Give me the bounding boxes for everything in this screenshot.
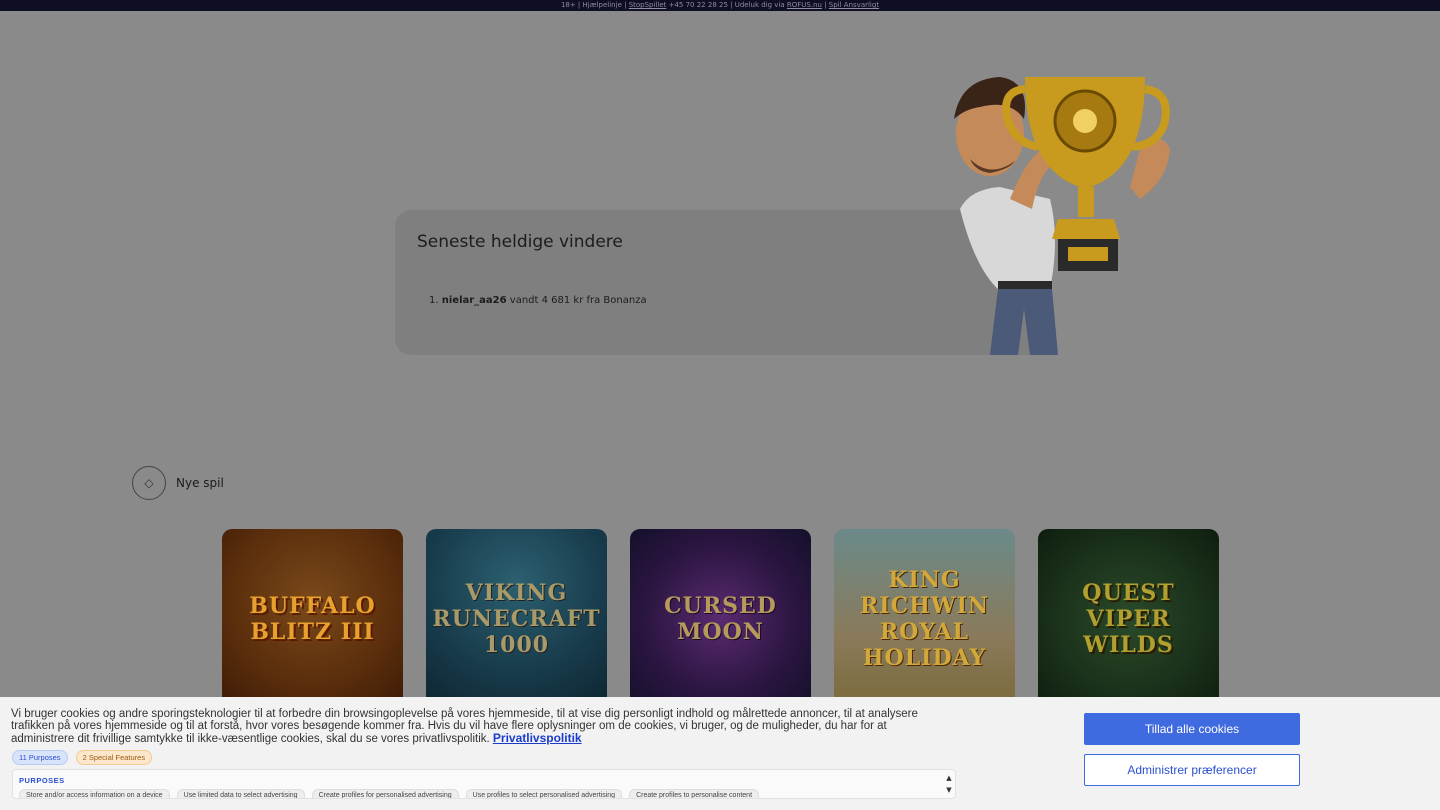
new-games-header: ◇ Nye spil <box>132 466 224 500</box>
special-features-chip[interactable]: 2 Special Features <box>75 750 153 765</box>
winner-username: nielar_aa26 <box>441 295 507 306</box>
scroll-up-icon[interactable]: ▲ <box>945 772 953 784</box>
manage-preferences-button[interactable]: Administrer præferencer <box>1084 754 1300 786</box>
recent-winners-title: Seneste heldige vindere <box>417 232 623 252</box>
topbar-phone: +45 70 22 28 25 | Udeluk dig via <box>666 1 787 9</box>
game-title: QUEST VIPER WILDS <box>1082 580 1175 658</box>
game-tile-buffalo-blitz[interactable]: BUFFALO BLITZ III <box>222 529 403 709</box>
winner-item: 1. nielar_aa26 vandt 4 681 kr fra Bonanz… <box>429 295 647 306</box>
diamond-icon: ◇ <box>132 466 166 500</box>
winners-list: 1. nielar_aa26 vandt 4 681 kr fra Bonanz… <box>429 295 647 306</box>
game-tile-viper-wilds[interactable]: QUEST VIPER WILDS <box>1038 529 1219 709</box>
scroll-down-icon[interactable]: ▼ <box>945 784 953 796</box>
privacy-policy-link[interactable]: Privatlivspolitik <box>493 731 582 745</box>
purposes-scrollbar[interactable]: ▲ ▼ <box>945 772 953 798</box>
topbar-prefix: 18+ | Hjælpelinje | <box>560 1 629 9</box>
accept-all-cookies-button[interactable]: Tillad alle cookies <box>1084 713 1300 745</box>
game-tile-king-richwin[interactable]: KING RICHWIN ROYAL HOLIDAY <box>834 529 1015 709</box>
new-games-title: Nye spil <box>176 476 224 490</box>
winner-text: vandt 4 681 kr fra Bonanza <box>506 295 647 306</box>
game-title: KING RICHWIN ROYAL HOLIDAY <box>860 567 989 671</box>
cookie-text: Vi bruger cookies og andre sporingstekno… <box>11 708 918 745</box>
purpose-tag: Store and/or access information on a dev… <box>19 789 170 798</box>
responsible-gaming-bar: 18+ | Hjælpelinje | StopSpillet +45 70 2… <box>0 0 1440 11</box>
purposes-list-box[interactable]: PURPOSES Store and/or access information… <box>12 769 956 799</box>
winner-rank: 1. <box>429 295 439 306</box>
responsible-gaming-link[interactable]: Spil Ansvarligt <box>829 1 879 9</box>
game-tile-cursed-moon[interactable]: CURSED MOON <box>630 529 811 709</box>
page-content: Seneste heldige vindere 1. nielar_aa26 v… <box>0 11 1440 810</box>
purpose-tag: Create profiles to personalise content <box>629 789 760 798</box>
game-title: VIKING RUNECRAFT 1000 <box>432 580 601 658</box>
game-title: CURSED MOON <box>664 593 777 645</box>
purpose-tag: Use profiles to select personalised adve… <box>465 789 623 798</box>
purpose-tags: Store and/or access information on a dev… <box>19 789 760 798</box>
game-title: BUFFALO BLITZ III <box>249 593 376 645</box>
stopspillet-link[interactable]: StopSpillet <box>629 1 667 9</box>
purpose-tag: Create profiles for personalised adverti… <box>311 789 459 798</box>
rofus-link[interactable]: ROFUS.nu <box>787 1 822 9</box>
topbar-separator: | <box>821 1 829 9</box>
purposes-label: PURPOSES <box>19 776 65 785</box>
cookie-description: Vi bruger cookies og andre sporingstekno… <box>11 708 951 745</box>
purposes-count-chip[interactable]: 11 Purposes <box>12 750 68 765</box>
mascot-trophy-illustration <box>954 77 1170 355</box>
game-tile-viking-runecraft[interactable]: VIKING RUNECRAFT 1000 <box>426 529 607 709</box>
cookie-chips: 11 Purposes 2 Special Features <box>12 750 153 765</box>
purpose-tag: Use limited data to select advertising <box>176 789 305 798</box>
cookie-banner: Vi bruger cookies og andre sporingstekno… <box>0 697 1440 810</box>
new-games-row: BUFFALO BLITZ III VIKING RUNECRAFT 1000 … <box>222 529 1219 709</box>
